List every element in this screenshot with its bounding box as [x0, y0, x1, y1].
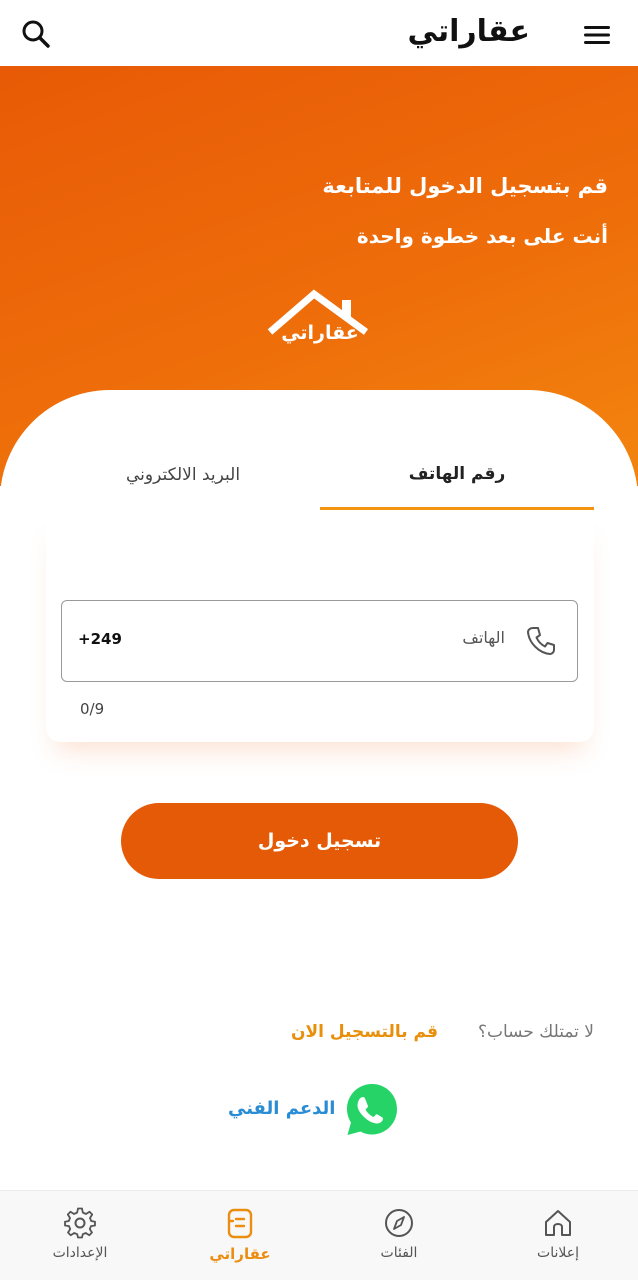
phone-label: الهاتف [462, 628, 505, 647]
tab-phone[interactable]: رقم الهاتف [320, 440, 594, 510]
login-sheet [0, 390, 638, 1190]
search-icon[interactable] [20, 18, 52, 50]
menu-icon[interactable] [582, 20, 612, 50]
login-tabs: رقم الهاتف البريد الالكتروني [46, 440, 594, 510]
login-button[interactable]: تسجيل دخول [121, 803, 518, 879]
char-counter: 0/9 [80, 700, 105, 718]
nav-label-settings: الإعدادات [52, 1245, 108, 1261]
tab-email[interactable]: البريد الالكتروني [46, 440, 320, 510]
document-icon [227, 1208, 253, 1239]
register-link[interactable]: قم بالتسجيل الان [291, 1022, 438, 1042]
whatsapp-icon[interactable] [338, 1078, 404, 1144]
phone-icon [523, 623, 559, 659]
hero-subtitle: أنت على بعد خطوة واحدة [356, 224, 608, 248]
compass-icon [385, 1209, 413, 1237]
nav-label-ads: إعلانات [537, 1245, 579, 1261]
bottom-navigation: الإعدادات عقاراتي الفئات إعلانات [0, 1190, 638, 1280]
nav-ads[interactable]: إعلانات [498, 1191, 618, 1280]
hero-title: قم بتسجيل الدخول للمتابعة [322, 174, 608, 198]
gear-icon [64, 1207, 96, 1239]
nav-categories[interactable]: الفئات [339, 1191, 459, 1280]
nav-label-categories: الفئات [380, 1245, 418, 1261]
country-code: +249 [78, 630, 122, 648]
support-link[interactable]: الدعم الفني [228, 1098, 335, 1119]
app-bar: عقاراتي [0, 0, 638, 66]
app-title: عقاراتي [407, 14, 530, 49]
nav-my-properties[interactable]: عقاراتي [180, 1191, 300, 1280]
home-icon [545, 1210, 571, 1236]
no-account-text: لا تمتلك حساب؟ [477, 1022, 594, 1042]
phone-input[interactable]: +249 الهاتف [61, 600, 578, 682]
logo-text: عقاراتي [281, 322, 359, 344]
nav-label-my-properties: عقاراتي [209, 1245, 271, 1263]
nav-settings[interactable]: الإعدادات [20, 1191, 140, 1280]
